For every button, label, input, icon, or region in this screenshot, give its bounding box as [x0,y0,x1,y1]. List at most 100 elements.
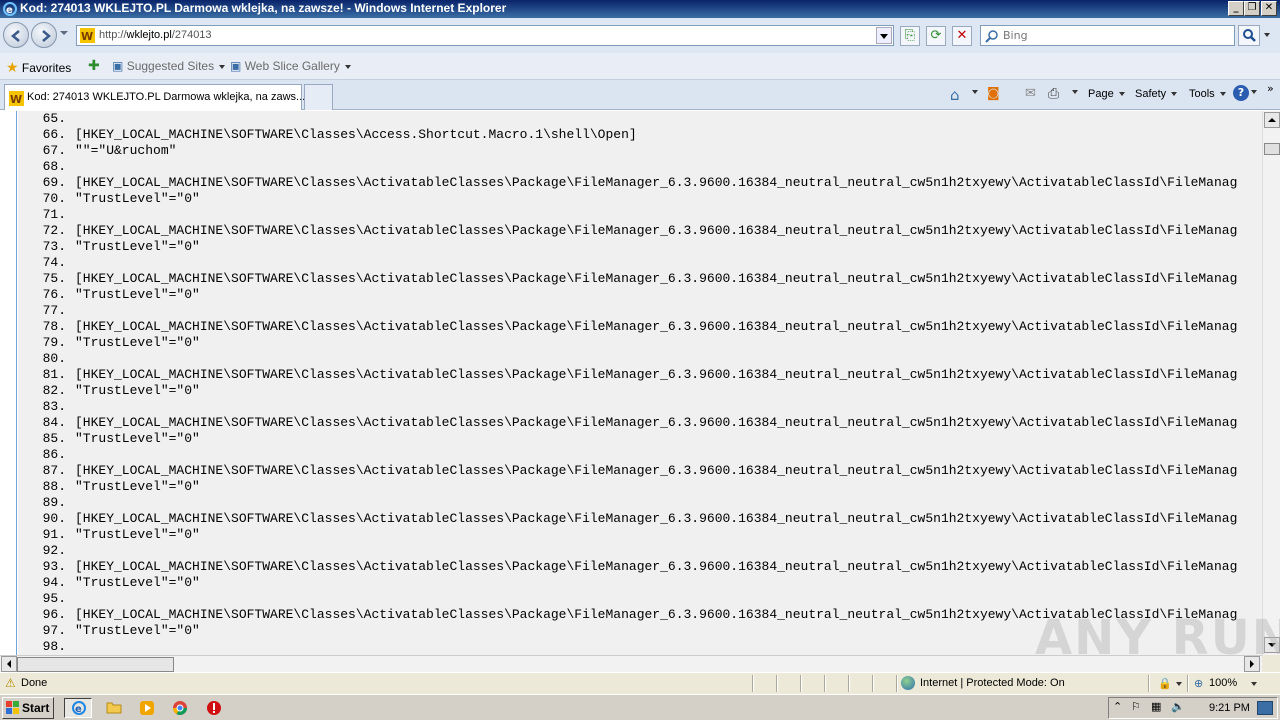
line-text [66,399,75,414]
ie-logo-icon: e [3,2,17,16]
taskbar-internet-explorer[interactable]: e [64,698,92,718]
suggested-sites-icon: ▣ [112,59,124,73]
chevron-down-icon[interactable] [1251,682,1257,686]
chevron-down-icon [344,64,351,69]
close-window-button[interactable]: ✕ [1261,1,1277,16]
line-number: 94. [42,575,66,590]
line-number: 97. [42,623,66,638]
code-line: 89. [18,495,75,511]
show-hidden-icons-icon[interactable]: ⌃ [1113,700,1122,713]
security-zone-text[interactable]: Internet | Protected Mode: On [920,677,1065,689]
back-arrow-icon [11,30,20,42]
chevron-down-icon[interactable] [1072,90,1078,94]
windows-logo-icon [6,701,19,714]
line-text: [HKEY_LOCAL_MACHINE\SOFTWARE\Classes\Act… [75,463,1238,478]
zoom-level[interactable]: 100% [1209,677,1237,689]
line-number: 67. [42,143,66,158]
read-mail-icon[interactable]: ✉ [1025,86,1036,101]
line-number: 71. [42,207,66,222]
code-line: 91. "TrustLevel"="0" [18,527,200,543]
safety-menu-label: Safety [1135,88,1167,100]
line-number: 72. [42,223,66,238]
address-bar[interactable]: W http://wklejto.pl/274013 [76,25,894,46]
tab-active[interactable]: W Kod: 274013 WKLEJTO.PL Darmowa wklejka… [4,84,306,110]
line-number: 65. [42,111,66,126]
more-commands-icon[interactable]: » [1267,82,1274,95]
zoom-icon[interactable]: ⊕ [1194,677,1203,690]
code-line: 93. [HKEY_LOCAL_MACHINE\SOFTWARE\Classes\… [18,559,1238,575]
taskbar-media-player[interactable] [133,698,161,718]
compatibility-view-button[interactable]: ⎘ [900,26,920,46]
stop-button[interactable]: ✕ [952,26,972,46]
warning-icon: ⚠ [5,676,16,690]
recent-pages-dropdown-icon[interactable] [60,31,68,35]
line-number: 74. [42,255,66,270]
taskbar-stop-app[interactable] [200,698,228,718]
network-icon[interactable]: ▦ [1151,700,1161,713]
favorites-button[interactable]: ★ Favorites [6,59,71,76]
safety-menu[interactable]: Safety [1135,88,1178,100]
start-button[interactable]: Start [2,697,54,719]
print-icon[interactable]: ⎙ [1048,86,1059,102]
chevron-down-icon [1118,92,1125,97]
scroll-left-arrow-icon [7,660,11,668]
line-number: 82. [42,383,66,398]
chevron-down-icon[interactable] [1176,682,1182,686]
scroll-up-button[interactable] [1264,112,1280,128]
forward-button[interactable] [31,22,57,48]
folder-icon [106,702,122,714]
line-number: 70. [42,191,66,206]
volume-icon[interactable]: 🔈 [1171,700,1185,713]
code-line: 76. "TrustLevel"="0" [18,287,200,303]
line-text [66,111,75,126]
vertical-scrollbar[interactable] [1262,111,1280,655]
refresh-button[interactable]: ⟳ [926,26,946,46]
page-menu-label: Page [1088,88,1114,100]
code-line: 68. [18,159,75,175]
tab-label: Kod: 274013 WKLEJTO.PL Darmowa wklejka, … [27,91,306,103]
taskbar: Start e ⌃ ⚐ ▦ 🔈 9:21 PM [0,694,1280,720]
scroll-left-button[interactable] [1,656,17,672]
suggested-sites-button[interactable]: ▣ Suggested Sites [112,59,226,73]
help-icon[interactable]: ? [1233,85,1249,101]
home-icon[interactable]: ⌂ [950,86,960,104]
status-divider [1187,675,1189,692]
chevron-down-icon[interactable] [1251,90,1257,94]
internet-zone-icon [901,676,915,690]
chevron-down-icon[interactable] [972,90,978,94]
line-text: [HKEY_LOCAL_MACHINE\SOFTWARE\Classes\Act… [75,175,1238,190]
media-player-icon [140,701,154,715]
vertical-scroll-thumb[interactable] [1264,143,1280,155]
left-gutter [0,111,17,655]
code-line: 84. [HKEY_LOCAL_MACHINE\SOFTWARE\Classes\… [18,415,1238,431]
line-text: [HKEY_LOCAL_MACHINE\SOFTWARE\Classes\Act… [75,511,1238,526]
back-button[interactable] [3,22,29,48]
line-text: ""="U&ruchom" [75,143,177,158]
svg-text:e: e [6,5,13,16]
page-menu[interactable]: Page [1088,88,1125,100]
search-go-button[interactable] [1238,25,1260,46]
add-to-favorites-bar-icon[interactable]: ✚ [88,57,100,74]
taskbar-explorer[interactable] [100,698,128,718]
search-icon [1243,29,1256,42]
tools-menu[interactable]: Tools [1189,88,1226,100]
restore-button[interactable]: ❐ [1244,1,1260,16]
show-desktop-icon[interactable] [1257,701,1273,715]
search-box[interactable]: Bing [980,25,1235,46]
web-slice-gallery-button[interactable]: ▣ Web Slice Gallery [230,59,351,73]
code-line: 83. [18,399,75,415]
minimize-button[interactable]: _ [1228,1,1244,16]
code-line: 87. [HKEY_LOCAL_MACHINE\SOFTWARE\Classes\… [18,463,1238,479]
search-options-icon[interactable] [1264,33,1270,37]
action-center-flag-icon[interactable]: ⚐ [1131,700,1141,713]
address-dropdown-button[interactable] [876,27,892,44]
new-tab-button[interactable] [304,84,333,110]
taskbar-chrome[interactable] [166,698,194,718]
bing-search-icon [985,30,998,43]
line-text: "TrustLevel"="0" [75,335,200,350]
horizontal-scroll-thumb[interactable] [17,657,174,672]
taskbar-clock[interactable]: 9:21 PM [1209,702,1250,714]
protected-mode-icon[interactable]: 🔒 [1158,677,1172,690]
rss-feeds-icon[interactable]: ◙ [987,86,1000,101]
line-text: [HKEY_LOCAL_MACHINE\SOFTWARE\Classes\Act… [75,223,1238,238]
